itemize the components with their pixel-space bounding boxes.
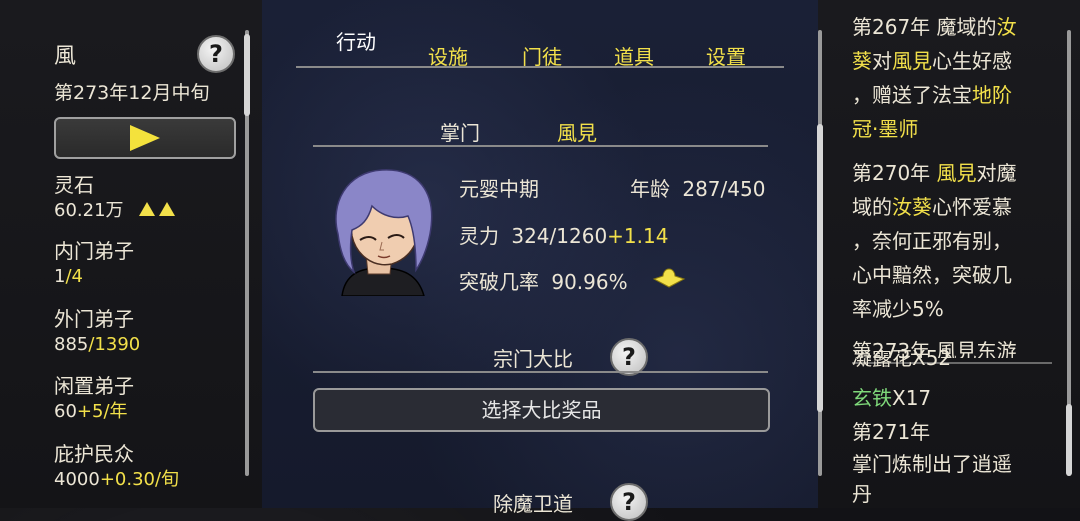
log-name: 汝葵 — [892, 195, 932, 219]
log-name: 汝 — [996, 15, 1017, 39]
leader-name[interactable]: 風見 — [557, 117, 597, 146]
stat-rate: +0.30/旬 — [99, 469, 180, 490]
breakthrough-label: 突破几率 — [459, 270, 539, 294]
leader-title: 掌门 — [440, 121, 480, 145]
sect-name: 風 — [54, 44, 77, 69]
up-arrow-icon — [159, 202, 176, 216]
current-date: 第273年12月中旬 — [54, 82, 210, 104]
log-text: 对魔 — [976, 161, 1017, 185]
spirit-rate: +1.14 — [607, 224, 669, 248]
breakthrough-value: 90.96% — [551, 270, 628, 294]
item-entry: 凝露花X52 — [852, 350, 952, 370]
select-prize-button[interactable]: 选择大比奖品 — [313, 388, 770, 432]
item-entry: 玄铁X17 — [852, 382, 931, 414]
log-text: 魔域的 — [936, 15, 997, 39]
log-text: 心怀爱慕 — [932, 195, 1012, 219]
spirit-label: 灵力 — [459, 224, 499, 248]
stat-label: 内门弟子 — [54, 239, 134, 263]
stat-value: 4000 — [54, 469, 100, 490]
stat-label: 灵石 — [54, 173, 94, 197]
stat-spirit-stones: 灵石 60.21万 — [54, 172, 176, 224]
center-scroll-thumb[interactable] — [817, 124, 823, 412]
log-text: ，赠送了法宝 — [852, 83, 972, 107]
log-text: 心中黯然，突破几 — [852, 263, 1012, 287]
log-text: ，奈何正邪有别， — [852, 229, 1012, 253]
log-text: 率减少5% — [852, 297, 944, 321]
log-item: 冠·墨师 — [852, 117, 919, 141]
stat-label: 庇护民众 — [54, 442, 134, 466]
help-icon[interactable]: ? — [197, 35, 235, 73]
tab-facilities[interactable]: 设施 — [402, 38, 494, 76]
leader-realm: 元婴中期 — [459, 177, 539, 201]
item-name: 玄铁 — [852, 386, 892, 410]
log-entry: 第267年 魔域的汝 葵对風見心生好感 ，赠送了法宝地阶 冠·墨师 — [852, 10, 1048, 146]
item-log[interactable]: 凝露花X52 玄铁X17 第271年 掌门炼制出了逍遥 丹 — [846, 350, 1056, 508]
up-arrow-icon — [139, 202, 156, 216]
stat-label: 闲置弟子 — [54, 374, 134, 398]
craft-text: 丹 — [852, 482, 872, 506]
demon-hunt-help-icon[interactable]: ? — [610, 483, 648, 521]
leader-spirit: 灵力 324/1260+1.14 — [459, 220, 668, 249]
log-name: 風見 — [936, 161, 977, 185]
log-entry: 第270年 風見对魔 域的汝葵心怀爱慕 ，奈何正邪有别， 心中黯然，突破几 率减… — [852, 156, 1048, 326]
leader-avatar[interactable] — [320, 164, 440, 296]
stat-capacity: /1390 — [88, 334, 141, 355]
event-log[interactable]: 第267年 魔域的汝 葵对風見心生好感 ，赠送了法宝地阶 冠·墨师 第270年 … — [846, 10, 1056, 358]
log-text: 心生好感 — [932, 49, 1012, 73]
stat-protected-people: 庇护民众 4000+0.30/旬 — [54, 441, 179, 493]
tabs-divider — [296, 66, 784, 68]
stat-rate: +5/年 — [76, 401, 128, 422]
log-item: 地阶 — [972, 83, 1012, 107]
right-scroll-thumb[interactable] — [1066, 404, 1072, 476]
stat-value: 60 — [54, 401, 77, 422]
log-year: 第267年 — [852, 15, 937, 39]
tab-action[interactable]: 行动 — [310, 12, 402, 68]
age-value: 287/450 — [682, 177, 766, 201]
breakthrough-boost-icon[interactable] — [650, 267, 688, 289]
log-year: 第270年 — [852, 161, 937, 185]
tab-disciples[interactable]: 门徒 — [496, 38, 588, 76]
log-text: 域的 — [852, 195, 892, 219]
spirit-value: 324/1260 — [511, 224, 608, 248]
log-text: 对 — [872, 49, 892, 73]
leader-breakthrough: 突破几率 90.96% — [459, 266, 628, 295]
tab-items[interactable]: 道具 — [588, 38, 680, 76]
stat-value: 885 — [54, 334, 89, 355]
leader-age: 年龄 287/450 — [630, 173, 765, 202]
item-qty: X17 — [892, 386, 932, 410]
craft-year: 第271年 — [852, 420, 931, 444]
stat-value: 60.21万 — [54, 200, 124, 221]
demon-hunt-title: 除魔卫道 — [493, 492, 573, 516]
age-label: 年龄 — [630, 177, 670, 201]
advance-time-button[interactable] — [54, 117, 236, 159]
craft-text: 掌门炼制出了逍遥 — [852, 452, 1012, 476]
stat-label: 外门弟子 — [54, 307, 134, 331]
stat-value: 1 — [54, 266, 66, 287]
tab-settings[interactable]: 设置 — [680, 38, 772, 76]
divider — [313, 371, 768, 373]
stat-inner-disciples: 内门弟子 1/4 — [54, 238, 134, 290]
left-scroll-thumb[interactable] — [244, 34, 250, 116]
stat-outer-disciples: 外门弟子 885/1390 — [54, 306, 140, 358]
tournament-title: 宗门大比 — [493, 347, 573, 371]
log-name: 葵 — [852, 49, 872, 73]
stat-capacity: /4 — [65, 266, 83, 287]
stat-idle-disciples: 闲置弟子 60+5/年 — [54, 373, 134, 425]
divider — [313, 145, 768, 147]
play-icon — [130, 125, 160, 151]
log-name: 風見 — [892, 49, 932, 73]
